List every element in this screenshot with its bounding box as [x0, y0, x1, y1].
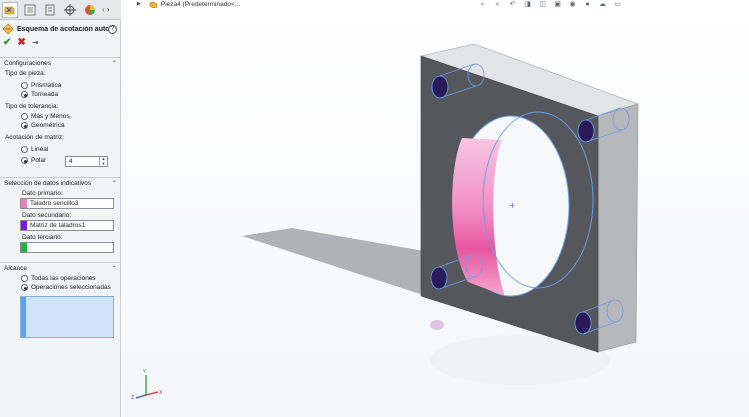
step-down-icon[interactable]: ▼ — [100, 161, 107, 167]
page-title: Esquema de acotación auto... — [17, 25, 108, 33]
polar-count-stepper[interactable]: 4 ▲ ▼ — [65, 156, 108, 167]
acotacion-matriz-label: Acotación de matriz: — [5, 134, 64, 141]
radio-torneada[interactable]: Torneada — [21, 90, 58, 99]
crosshair-icon — [64, 3, 76, 16]
radio-circle — [21, 146, 28, 153]
radio-operaciones-seleccionadas[interactable]: Operaciones seleccionadas — [21, 283, 111, 292]
radio-circle — [21, 122, 28, 129]
auto-dimension-icon — [2, 23, 14, 35]
edit-appearance-icon[interactable]: ● — [583, 1, 592, 8]
property-manager-title: Esquema de acotación auto... ? — [2, 22, 119, 36]
appearance-icon — [85, 4, 95, 15]
cancel-button[interactable]: ✖ — [17, 38, 25, 48]
action-buttons: ✔ ✖ ⇥ — [3, 37, 44, 49]
radio-circle — [21, 284, 28, 291]
section-title: Configuraciones — [4, 60, 51, 67]
collapse-icon: ⌃ — [111, 181, 117, 187]
section-alcance[interactable]: Alcance ⌃ — [0, 262, 121, 274]
tab-feature-manager[interactable] — [2, 1, 18, 18]
dato-primario-value: Taladro sencillo3 — [30, 200, 79, 207]
feature-tree-icon — [4, 6, 15, 14]
radio-label: Geométrica — [31, 122, 65, 129]
section-configuraciones[interactable]: Configuraciones ⌃ — [0, 57, 121, 69]
radio-geometrica[interactable]: Geométrica — [21, 121, 65, 130]
radio-polar[interactable]: Polar — [21, 156, 46, 165]
tab-display-manager[interactable] — [82, 2, 98, 18]
hole-reflection — [430, 320, 444, 330]
tab-dimxpert-manager[interactable] — [62, 2, 78, 18]
radio-circle — [21, 275, 28, 282]
operations-selection-box[interactable] — [20, 296, 114, 338]
ok-button[interactable]: ✔ — [3, 38, 11, 48]
expand-arrow-icon[interactable]: ▶ — [137, 1, 141, 7]
radio-circle — [21, 113, 28, 120]
view-orientation-icon[interactable]: ◫ — [538, 1, 547, 8]
pin-button[interactable]: ⇥ — [32, 38, 39, 48]
zoom-area-icon[interactable]: ⌕ — [493, 1, 502, 8]
breadcrumb-text: Pieza4 (Predeterminado<... — [160, 0, 241, 8]
tab-configuration-manager[interactable] — [42, 2, 58, 18]
hide-show-icon[interactable]: ◉ — [568, 1, 577, 8]
radio-prismatica[interactable]: Prismática — [21, 81, 61, 90]
section-seleccion-datos[interactable]: Selección de datos indicativos ⌃ — [0, 177, 121, 189]
color-swatch — [21, 199, 27, 208]
radio-label: Prismática — [31, 82, 62, 89]
tipo-tolerancia-label: Tipo de tolerancia: — [5, 103, 59, 110]
configuration-icon — [45, 4, 55, 15]
dato-primario-field[interactable]: Taladro sencillo3 — [20, 198, 114, 209]
part-icon — [149, 1, 158, 8]
radio-label: Polar — [31, 157, 47, 164]
radio-label: Más y Menos — [31, 113, 70, 120]
scene-icon[interactable]: ☁ — [598, 1, 607, 8]
radio-circle — [21, 91, 28, 98]
dato-secundario-label: Dato secundario: — [22, 212, 72, 219]
radio-circle — [21, 82, 28, 89]
tabs-scroll-arrows[interactable]: ‹ › — [102, 5, 110, 14]
display-style-icon[interactable]: ▣ — [553, 1, 562, 8]
section-title: Alcance — [4, 265, 28, 272]
origin-marker: + — [509, 201, 516, 210]
radio-label: Operaciones seleccionadas — [31, 284, 111, 291]
radio-circle — [21, 157, 28, 164]
polar-count-value[interactable]: 4 — [66, 158, 99, 165]
radio-mas-y-menos[interactable]: Más y Menos — [21, 112, 70, 121]
radio-todas-operaciones[interactable]: Todas las operaciones — [21, 274, 96, 283]
radio-label: Lineal — [31, 146, 49, 153]
help-icon[interactable]: ? — [108, 24, 117, 34]
collapse-icon: ⌃ — [111, 61, 117, 67]
dato-terciario-field[interactable] — [20, 242, 114, 253]
previous-view-icon[interactable]: ↶ — [508, 1, 517, 8]
manager-tabs: ‹ › — [0, 0, 121, 20]
dato-secundario-field[interactable]: Matriz de taladros1 — [20, 220, 114, 231]
radio-label: Torneada — [31, 91, 59, 98]
view-settings-icon[interactable]: ▭ — [613, 1, 622, 8]
section-title: Selección de datos indicativos — [4, 180, 92, 187]
triad-z-label: Z — [131, 395, 135, 401]
color-swatch — [21, 243, 27, 252]
radio-lineal[interactable]: Lineal — [21, 145, 48, 154]
selection-box-strip — [21, 297, 26, 337]
property-manager-panel: ‹ › Esquema de acotación auto... ? ✔ ✖ ⇥… — [0, 0, 121, 417]
triad-x-label: X — [159, 390, 163, 396]
stepper-arrows[interactable]: ▲ ▼ — [99, 156, 107, 167]
graphics-area[interactable]: + Y X Z — [122, 8, 749, 417]
dato-primario-label: Dato primario: — [22, 190, 63, 197]
tab-property-manager[interactable] — [22, 2, 38, 18]
dato-terciario-label: Dato terciario: — [22, 234, 63, 241]
section-view-icon[interactable]: ◨ — [523, 1, 532, 8]
dato-secundario-value: Matriz de taladros1 — [30, 222, 86, 229]
breadcrumb[interactable]: ▶ Pieza4 (Predeterminado<... — [137, 0, 240, 8]
plate-side-face — [597, 103, 639, 353]
tipo-pieza-label: Tipo de pieza: — [5, 70, 46, 77]
color-swatch — [21, 221, 27, 230]
heads-up-toolbar: ⌕ ⌕ ↶ ◨ ◫ ▣ ◉ ● ☁ ▭ — [478, 0, 628, 8]
radio-label: Todas las operaciones — [31, 275, 96, 282]
property-list-icon — [24, 4, 36, 15]
zoom-to-fit-icon[interactable]: ⌕ — [478, 1, 487, 8]
collapse-icon: ⌃ — [111, 266, 117, 272]
